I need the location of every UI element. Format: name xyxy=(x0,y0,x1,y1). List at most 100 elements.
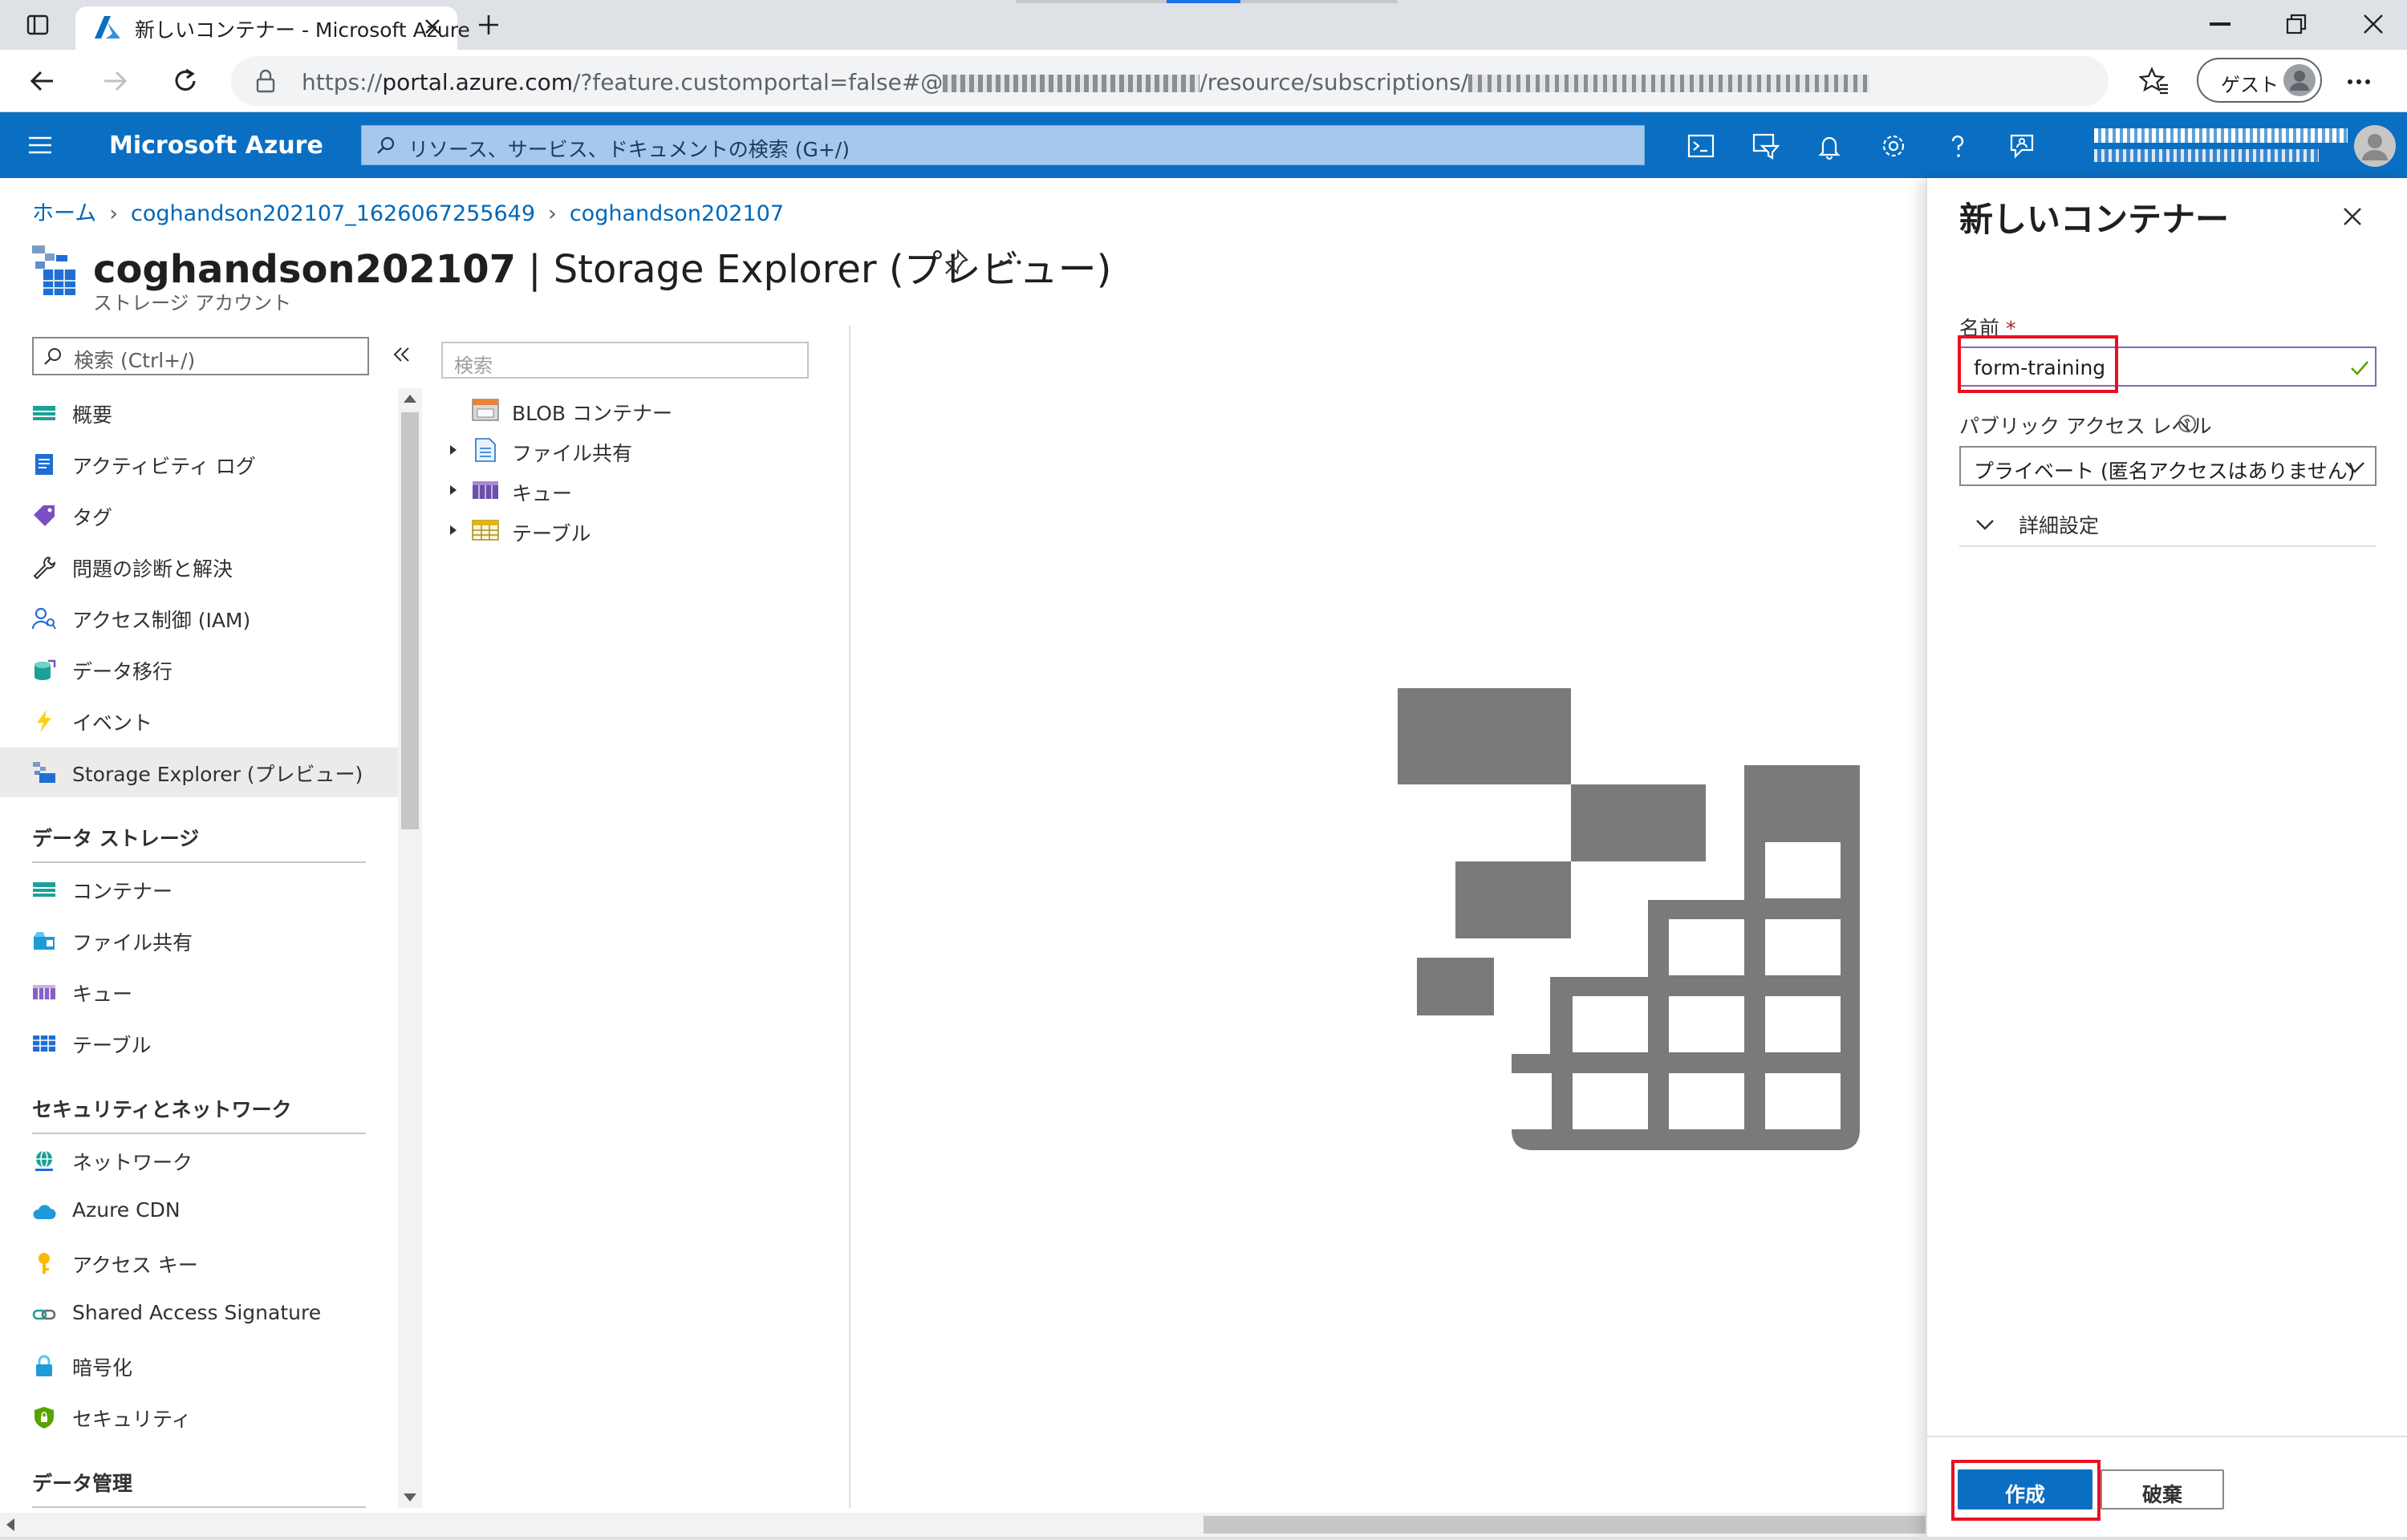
help-icon[interactable] xyxy=(1943,132,1972,160)
nav-item-access-keys[interactable]: アクセス キー xyxy=(0,1238,398,1288)
lock-icon[interactable] xyxy=(255,69,276,93)
nav-item-label: 暗号化 xyxy=(72,1356,133,1380)
horizontal-scrollbar-thumb[interactable] xyxy=(1204,1516,1926,1534)
new-tab-icon[interactable] xyxy=(477,13,501,37)
expand-arrow-icon[interactable] xyxy=(446,483,461,497)
nav-item-label: テーブル xyxy=(72,1034,152,1057)
breadcrumb-separator-icon: › xyxy=(109,201,119,226)
file-share-icon xyxy=(472,438,499,462)
nav-item-tags[interactable]: タグ xyxy=(0,491,398,541)
nav-section-data-management: データ管理 xyxy=(32,1472,133,1495)
nav-item-label: Azure CDN xyxy=(72,1198,181,1222)
expand-arrow-icon[interactable] xyxy=(446,443,461,457)
nav-item-networking[interactable]: ネットワーク xyxy=(0,1136,398,1185)
discard-button[interactable]: 破棄 xyxy=(2101,1469,2224,1510)
nav-scrollbar[interactable] xyxy=(398,388,422,1508)
settings-gear-icon[interactable] xyxy=(1879,132,1908,160)
nav-scrollbar-thumb[interactable] xyxy=(401,412,419,829)
nav-item-activity-log[interactable]: アクティビティ ログ xyxy=(0,440,398,489)
cloud-icon xyxy=(32,1200,56,1224)
horizontal-scrollbar[interactable] xyxy=(0,1513,1926,1537)
nav-search-input[interactable]: 検索 (Ctrl+/) xyxy=(32,337,369,375)
explorer-search-input[interactable]: 検索 xyxy=(441,342,809,379)
scroll-up-icon[interactable] xyxy=(404,395,416,403)
profile-button[interactable]: ゲスト xyxy=(2197,58,2322,103)
info-icon[interactable] xyxy=(2178,414,2197,433)
nav-item-storage-explorer[interactable]: Storage Explorer (プレビュー) xyxy=(0,748,398,797)
scroll-down-icon[interactable] xyxy=(404,1493,416,1502)
more-menu-icon[interactable] xyxy=(2346,71,2372,93)
more-actions-icon[interactable] xyxy=(998,258,1022,266)
nav-item-label: アクセス キー xyxy=(72,1254,198,1277)
pin-icon[interactable] xyxy=(944,249,969,276)
global-search-input[interactable]: リソース、サービス、ドキュメントの検索 (G+/) xyxy=(361,125,1645,165)
account-info-redacted[interactable] xyxy=(2094,124,2351,168)
tab-actions-icon[interactable] xyxy=(26,13,50,37)
table-icon xyxy=(472,518,499,542)
window-close-icon[interactable] xyxy=(2362,13,2385,35)
nav-item-label: ファイル共有 xyxy=(72,931,193,954)
tree-item-label: キュー xyxy=(512,482,573,505)
close-icon[interactable] xyxy=(2335,199,2370,234)
restore-icon[interactable] xyxy=(2285,13,2308,35)
nav-item-file-shares[interactable]: ファイル共有 xyxy=(0,916,398,966)
collapse-nav-icon[interactable] xyxy=(392,345,411,364)
nav-item-queues[interactable]: キュー xyxy=(0,967,398,1017)
expand-arrow-icon[interactable] xyxy=(446,523,461,537)
directory-filter-icon[interactable] xyxy=(1751,132,1780,160)
nav-item-label: タグ xyxy=(72,506,113,529)
scroll-left-icon[interactable] xyxy=(6,1518,14,1531)
nav-item-azure-cdn[interactable]: Azure CDN xyxy=(0,1187,398,1237)
nav-item-iam[interactable]: アクセス制御 (IAM) xyxy=(0,594,398,643)
nav-item-label: コンテナー xyxy=(72,880,173,903)
access-level-dropdown[interactable]: プライベート (匿名アクセスはありません) xyxy=(1959,446,2377,486)
advanced-settings-toggle[interactable]: 詳細設定 xyxy=(1959,499,2377,547)
azure-top-bar: Microsoft Azure リソース、サービス、ドキュメントの検索 (G+/… xyxy=(0,112,2407,178)
cloud-shell-icon[interactable] xyxy=(1687,132,1715,160)
breadcrumb-resource-group[interactable]: coghandson202107_1626067255649 xyxy=(131,201,535,226)
nav-item-label: データ移行 xyxy=(72,660,173,683)
hamburger-menu-icon[interactable] xyxy=(27,133,53,157)
browser-toolbar: https://portal.azure.com/?feature.custom… xyxy=(0,50,2407,112)
tab-title: 新しいコンテナー - Microsoft Azure xyxy=(135,18,470,42)
tree-item-blob-containers[interactable]: BLOB コンテナー xyxy=(446,390,831,430)
nav-item-security[interactable]: セキュリティ xyxy=(0,1392,398,1442)
tree-item-queues[interactable]: キュー xyxy=(446,470,831,510)
blob-container-icon xyxy=(472,398,499,422)
guest-avatar-icon xyxy=(2283,64,2316,96)
user-avatar-icon[interactable] xyxy=(2354,125,2396,167)
url-redacted-tenant xyxy=(943,75,1200,92)
address-bar[interactable]: https://portal.azure.com/?feature.custom… xyxy=(231,56,2109,106)
advanced-settings-label: 詳細設定 xyxy=(2019,514,2100,537)
tab-close-icon[interactable] xyxy=(424,18,441,35)
nav-item-containers[interactable]: コンテナー xyxy=(0,865,398,914)
forward-icon[interactable] xyxy=(101,67,128,95)
portal-brand[interactable]: Microsoft Azure xyxy=(109,132,323,160)
nav-search-placeholder: 検索 (Ctrl+/) xyxy=(74,349,196,372)
breadcrumb-storage-account[interactable]: coghandson202107 xyxy=(570,201,784,226)
nav-item-encryption[interactable]: 暗号化 xyxy=(0,1341,398,1391)
notifications-icon[interactable] xyxy=(1815,132,1844,160)
tree-item-tables[interactable]: テーブル xyxy=(446,510,831,550)
chevron-down-icon xyxy=(2344,459,2365,475)
feedback-icon[interactable] xyxy=(2007,132,2036,160)
nav-item-sas[interactable]: Shared Access Signature xyxy=(0,1290,398,1339)
explorer-splitter[interactable] xyxy=(849,326,850,1508)
nav-item-overview[interactable]: 概要 xyxy=(0,388,398,438)
nav-item-events[interactable]: イベント xyxy=(0,696,398,746)
page-subtitle: ストレージ アカウント xyxy=(93,292,292,314)
nav-item-tables[interactable]: テーブル xyxy=(0,1019,398,1068)
nav-item-diagnose[interactable]: 問題の診断と解決 xyxy=(0,542,398,592)
discard-button-label: 破棄 xyxy=(2141,1483,2182,1506)
azure-logo-icon xyxy=(95,16,120,38)
page-title-resource: coghandson202107 xyxy=(93,247,516,292)
tree-item-file-shares[interactable]: ファイル共有 xyxy=(446,430,831,470)
nav-item-data-migration[interactable]: データ移行 xyxy=(0,645,398,695)
back-icon[interactable] xyxy=(29,67,56,95)
minimize-icon[interactable] xyxy=(2210,22,2230,26)
refresh-icon[interactable] xyxy=(172,67,199,95)
favorites-icon[interactable] xyxy=(2139,66,2170,96)
url-path: /?feature.customportal=false#@ xyxy=(573,69,944,95)
browser-tab-active[interactable]: 新しいコンテナー - Microsoft Azure xyxy=(75,6,470,50)
breadcrumb-home[interactable]: ホーム xyxy=(32,196,96,227)
